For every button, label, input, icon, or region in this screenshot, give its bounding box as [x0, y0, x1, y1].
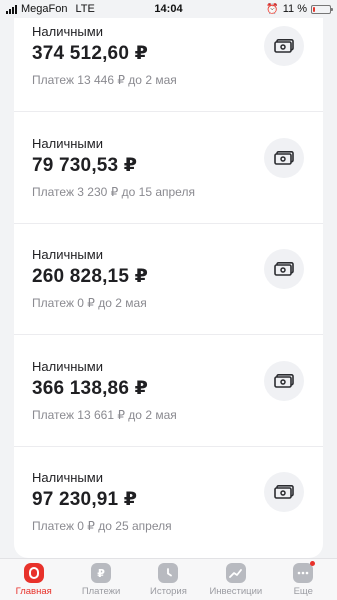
loan-balance: 260 828,15 ₽ [32, 266, 148, 287]
loan-balance: 79 730,53 ₽ [32, 155, 138, 176]
loan-type: Наличными [32, 470, 103, 485]
chart-icon [225, 563, 246, 583]
status-bar: MegaFon LTE 14:04 ⏰ 11 % [0, 0, 337, 18]
alarm-icon: ⏰ [266, 3, 279, 15]
loan-item[interactable]: Наличными 79 730,53 ₽ Платеж 3 230 ₽ до … [14, 112, 323, 224]
cash-icon [264, 361, 304, 401]
cash-icon [264, 26, 304, 66]
more-icon [293, 561, 316, 583]
cash-icon [264, 138, 304, 178]
tab-label: История [150, 586, 187, 597]
loan-item[interactable]: Наличными 366 138,86 ₽ Платеж 13 661 ₽ д… [14, 335, 323, 447]
loan-payment-note: Платеж 13 446 ₽ до 2 мая [32, 73, 177, 87]
battery-icon [311, 4, 333, 14]
clock-icon [158, 563, 179, 583]
notification-badge [310, 561, 316, 566]
tab-label: Инвестиции [209, 586, 263, 597]
loan-type: Наличными [32, 247, 103, 262]
tab-payments[interactable]: ₽ Платежи [68, 563, 135, 597]
loans-list: Наличными 374 512,60 ₽ Платеж 13 446 ₽ д… [14, 0, 323, 558]
ruble-icon: ₽ [91, 563, 112, 583]
loan-type: Наличными [32, 24, 103, 39]
loan-type: Наличными [32, 359, 103, 374]
network-type: LTE [75, 3, 95, 15]
loan-item[interactable]: Наличными 260 828,15 ₽ Платеж 0 ₽ до 2 м… [14, 223, 323, 335]
loan-balance: 374 512,60 ₽ [32, 43, 148, 64]
cash-icon [264, 249, 304, 289]
loan-payment-note: Платеж 0 ₽ до 2 мая [32, 296, 147, 310]
battery-percent: 11 % [282, 3, 307, 15]
tab-label: Платежи [81, 586, 121, 597]
signal-icon [6, 4, 17, 14]
loan-type: Наличными [32, 136, 103, 151]
tab-investments[interactable]: Инвестиции [202, 563, 269, 597]
home-icon [23, 563, 44, 583]
tab-more[interactable]: Еще [270, 561, 337, 597]
tab-home[interactable]: Главная [0, 563, 67, 597]
tab-label: Еще [293, 586, 313, 597]
tab-bar: Главная ₽ Платежи История Инвестиции Еще [0, 558, 337, 600]
loan-payment-note: Платеж 13 661 ₽ до 2 мая [32, 408, 177, 422]
loan-payment-note: Платеж 3 230 ₽ до 15 апреля [32, 185, 195, 199]
loan-payment-note: Платеж 0 ₽ до 25 апреля [32, 519, 172, 533]
loan-item[interactable]: Наличными 97 230,91 ₽ Платеж 0 ₽ до 25 а… [14, 446, 323, 558]
tab-label: Главная [15, 586, 52, 597]
cash-icon [264, 472, 304, 512]
carrier-name: MegaFon [21, 3, 68, 15]
tab-history[interactable]: История [135, 563, 202, 597]
loan-balance: 366 138,86 ₽ [32, 378, 148, 399]
loan-balance: 97 230,91 ₽ [32, 489, 138, 510]
